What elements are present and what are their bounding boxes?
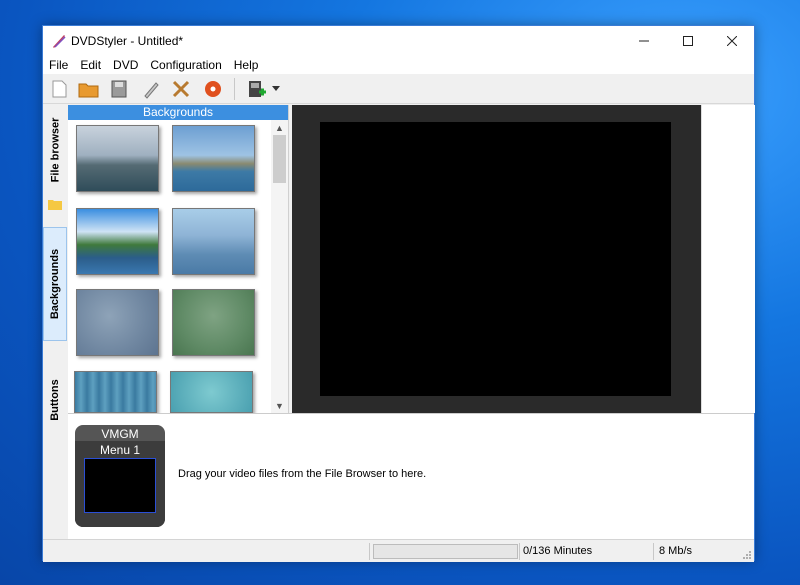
menu-label: Menu 1 (99, 443, 141, 457)
panel-header: Backgrounds (68, 105, 288, 120)
preview-side-area (701, 105, 755, 413)
maximize-button[interactable] (666, 26, 710, 56)
scroll-thumb[interactable] (273, 135, 286, 183)
titleset-area: VMGM Menu 1 Drag your video files from t… (68, 413, 754, 539)
menu-edit[interactable]: Edit (74, 58, 107, 72)
scroll-down-button[interactable]: ▼ (271, 398, 288, 413)
save-disk-icon (111, 80, 127, 98)
menu-item-thumbnail[interactable]: Menu 1 (75, 441, 165, 527)
tab-backgrounds[interactable]: Backgrounds (43, 227, 67, 341)
tab-backgrounds-label: Backgrounds (49, 248, 62, 320)
background-thumbnail[interactable] (76, 208, 159, 275)
drag-hint-text: Drag your video files from the File Brow… (178, 468, 427, 480)
close-button[interactable] (710, 26, 754, 56)
background-thumbnail[interactable] (172, 208, 255, 275)
status-bar: 0/136 Minutes 8 Mb/s (43, 539, 754, 562)
status-divider (369, 543, 370, 560)
minimize-button[interactable] (622, 26, 666, 56)
open-button[interactable] (77, 77, 101, 101)
menu-dvd[interactable]: DVD (107, 58, 144, 72)
background-thumbnail[interactable] (74, 371, 157, 413)
vmgm-label: VMGM (101, 427, 139, 441)
maximize-icon (683, 36, 693, 46)
new-button[interactable] (47, 77, 71, 101)
settings-button[interactable] (169, 77, 193, 101)
resize-grip-icon[interactable] (742, 550, 752, 560)
open-folder-icon (78, 83, 99, 98)
settings-tools-icon (172, 80, 190, 98)
title-bar: DVDStyler - Untitled* (43, 26, 754, 56)
status-divider (519, 543, 520, 560)
background-thumbnail[interactable] (76, 289, 159, 356)
panel-scrollbar[interactable]: ▲ ▼ (271, 120, 288, 413)
menu-configuration[interactable]: Configuration (144, 58, 227, 72)
preview-canvas[interactable] (320, 122, 671, 396)
menu-preview (292, 105, 701, 413)
burn-pen-icon (144, 82, 159, 99)
chevron-down-icon: ▼ (275, 400, 284, 411)
add-video-button[interactable] (245, 77, 269, 101)
window-title: DVDStyler - Untitled* (71, 34, 184, 48)
background-thumbnail[interactable] (170, 371, 253, 413)
tab-buttons[interactable]: Buttons (43, 367, 67, 433)
status-bitrate: 8 Mb/s (659, 545, 693, 557)
close-icon (727, 36, 737, 46)
tab-file-browser-label: File browser (49, 117, 62, 183)
folder-icon (48, 200, 62, 210)
add-video-icon (249, 81, 266, 97)
new-file-icon (52, 80, 67, 98)
tab-file-browser[interactable]: File browser (43, 109, 67, 191)
background-thumbnail[interactable] (172, 289, 255, 356)
background-thumbnail[interactable] (172, 125, 255, 192)
burn-edit-button[interactable] (139, 77, 163, 101)
burn-disc-icon (205, 81, 221, 97)
chevron-up-icon: ▲ (275, 122, 284, 133)
minimize-icon (639, 40, 649, 42)
backgrounds-panel: Backgrounds ▲ ▼ (68, 105, 289, 413)
sidebar-tabs: File browser Backgrounds Buttons (43, 105, 67, 538)
app-window: DVDStyler - Untitled* File Edit DVD Conf… (42, 25, 755, 562)
menu-screen-preview (84, 458, 156, 513)
dropdown-arrow-icon (272, 86, 280, 91)
dvdstyler-app-icon (53, 35, 66, 48)
menu-bar: File Edit DVD Configuration Help (43, 56, 754, 74)
toolbar-separator (234, 78, 235, 100)
menu-file[interactable]: File (43, 58, 74, 72)
menu-help[interactable]: Help (228, 58, 265, 72)
burn-disc-button[interactable] (201, 77, 225, 101)
status-divider (653, 543, 654, 560)
save-button[interactable] (107, 77, 131, 101)
toolbar (43, 74, 754, 104)
scroll-up-button[interactable]: ▲ (271, 120, 288, 135)
tab-buttons-label: Buttons (49, 379, 62, 421)
disc-usage-progress (373, 544, 518, 559)
vmgm-item[interactable]: VMGM Menu 1 (75, 425, 165, 527)
add-video-dropdown[interactable] (269, 77, 283, 101)
background-thumbnail[interactable] (76, 125, 159, 192)
status-minutes: 0/136 Minutes (523, 545, 593, 557)
